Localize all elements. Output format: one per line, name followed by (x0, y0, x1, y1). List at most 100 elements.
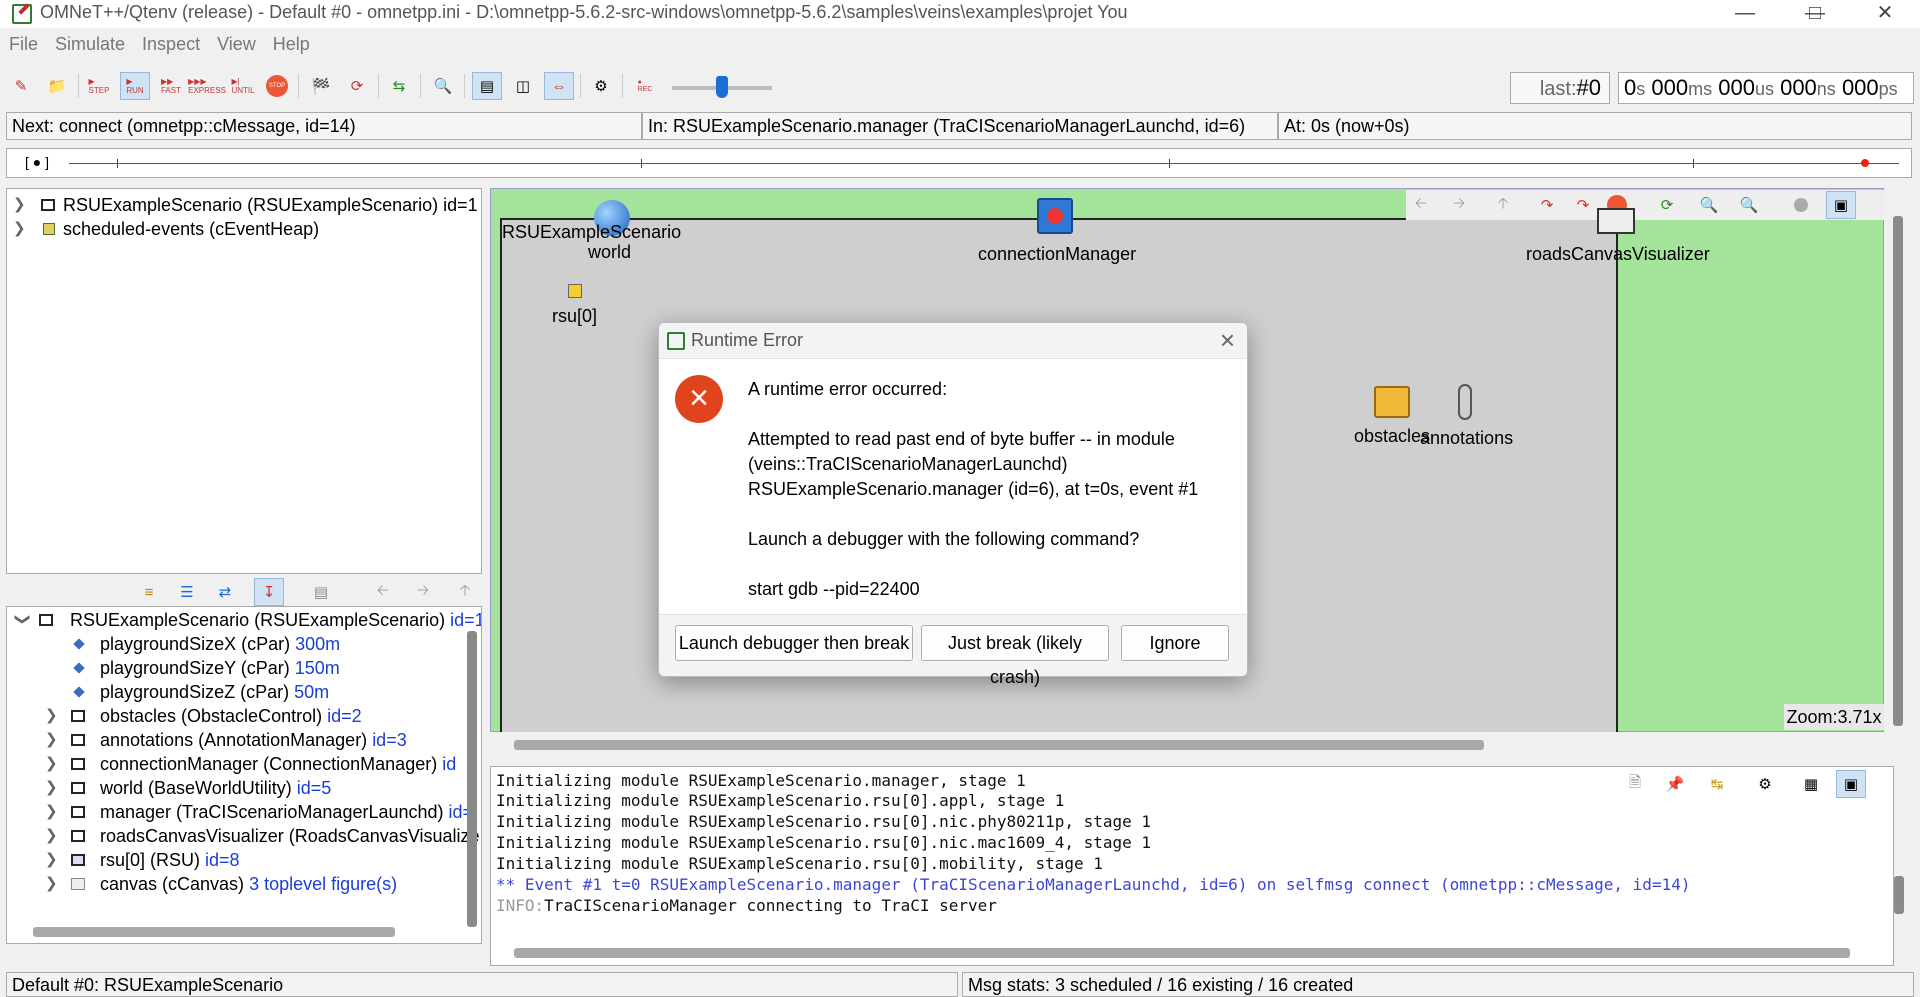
obstacles-icon[interactable] (1374, 386, 1410, 418)
launch-debugger-button[interactable]: Launch debugger then break (675, 625, 913, 661)
canvas-horizontal-scrollbar[interactable] (514, 740, 1484, 750)
annotations-icon[interactable] (1458, 384, 1472, 420)
step-button[interactable]: ▶ STEP (84, 72, 114, 100)
chevron-right-icon[interactable]: ❯ (45, 871, 59, 897)
canvas-options-button[interactable]: ▣ (1826, 191, 1856, 219)
log-horizontal-scrollbar[interactable] (514, 948, 1850, 958)
mode-children-button[interactable]: ≡ (134, 578, 164, 606)
filter-log-button[interactable]: ↹ (1702, 770, 1732, 798)
record-video-button[interactable]: ● REC (630, 72, 660, 100)
find-button[interactable]: 🔍 (428, 72, 458, 100)
roads-visualizer-icon[interactable] (1597, 208, 1635, 234)
timeline[interactable]: [ ● ] (6, 148, 1912, 178)
maximize-button[interactable]: □ (1790, 0, 1840, 28)
canvas-forward-button[interactable]: 🡢 (1444, 191, 1474, 219)
messages-mode-button[interactable]: ▦ (1796, 770, 1826, 798)
stop-button[interactable]: STOP (262, 72, 292, 100)
item-value: 300m (295, 634, 341, 654)
close-icon[interactable]: × (1220, 325, 1235, 356)
log-info-text: TraCIScenarioManager connecting to TraCI… (544, 896, 997, 915)
canvas-relayout-button[interactable]: ⟳ (1652, 191, 1682, 219)
canvas-run-until-button[interactable]: ↷ (1532, 191, 1562, 219)
parameter-icon (73, 686, 85, 698)
canvas-back-button[interactable]: 🡠 (1406, 191, 1436, 219)
menu-inspect[interactable]: Inspect (142, 34, 200, 55)
chevron-right-icon[interactable]: ❯ (13, 216, 27, 242)
layout-vertical-icon: ◫ (515, 78, 531, 95)
layout-horizontal-button[interactable]: ▤ (472, 72, 502, 100)
menu-help[interactable]: Help (273, 34, 310, 55)
chevron-right-icon[interactable]: ❯ (45, 751, 59, 777)
until-button[interactable]: ▶| UNTIL (228, 72, 258, 100)
module-icon (41, 199, 55, 211)
mode-inheritance-button[interactable]: ↧ (254, 578, 284, 606)
title-bar: OMNeT++/Qtenv (release) - Default #0 - o… (0, 0, 1920, 28)
back-button[interactable]: 🡠 (368, 578, 398, 606)
connection-manager-icon[interactable] (1037, 198, 1073, 234)
copy-log-button[interactable]: 🗎 (1620, 770, 1650, 798)
express-icon: ▶▶▶ EXPRESS (188, 77, 226, 95)
inheritance-mode-icon: ↧ (262, 584, 276, 601)
chevron-right-icon[interactable]: ❯ (13, 192, 27, 218)
fast-button[interactable]: ▶▶ FAST (156, 72, 186, 100)
express-button[interactable]: ▶▶▶ EXPRESS (188, 72, 226, 100)
timeline-marker: [ ● ] (25, 154, 50, 170)
arrow-up-icon: 🡡 (1497, 194, 1509, 212)
layout-vertical-button[interactable]: ◫ (508, 72, 538, 100)
chevron-right-icon[interactable]: ❯ (45, 823, 59, 849)
chevron-down-icon[interactable]: ❯ (9, 613, 35, 627)
canvas-up-button[interactable]: 🡡 (1488, 191, 1518, 219)
menu-bar: File Simulate Inspect View Help (0, 34, 318, 62)
module-icon (71, 830, 85, 842)
zoom-in-button[interactable]: 🔍 (1694, 191, 1724, 219)
log-vertical-scrollbar[interactable] (1894, 876, 1904, 914)
toggle-labels-button[interactable] (1786, 191, 1816, 219)
event-recording-button[interactable]: ⇆ (384, 72, 414, 100)
list-icon: ▤ (313, 584, 329, 601)
minimize-button[interactable]: — (1720, 0, 1770, 28)
log-mode-button[interactable]: ▣ (1836, 770, 1866, 798)
speed-slider-handle[interactable] (716, 76, 728, 98)
menu-simulate[interactable]: Simulate (55, 34, 125, 55)
rebuild-button[interactable]: ⟳ (342, 72, 372, 100)
item-label: playgroundSizeZ (cPar) (100, 682, 295, 702)
new-network-button[interactable]: ✎ (6, 72, 36, 100)
log-settings-button[interactable]: ⚙ (1750, 770, 1780, 798)
chevron-right-icon[interactable]: ❯ (45, 847, 59, 873)
timeline-toggle-button[interactable]: ⇔ (544, 72, 574, 100)
mode-flat-button[interactable]: ⇄ (210, 578, 240, 606)
parameter-icon (73, 638, 85, 650)
chevron-right-icon[interactable]: ❯ (45, 727, 59, 753)
chevron-right-icon[interactable]: ❯ (45, 703, 59, 729)
rsu-node-icon[interactable] (568, 284, 582, 298)
timeline-event-dot[interactable] (1861, 159, 1869, 167)
finish-button[interactable]: 🏁 (306, 72, 336, 100)
chevron-right-icon[interactable]: ❯ (45, 775, 59, 801)
node-label-obstacles: obstacles (1354, 426, 1431, 446)
chevron-right-icon[interactable]: ❯ (45, 799, 59, 825)
run-button[interactable]: ▶ RUN (120, 72, 150, 100)
just-break-button[interactable]: Just break (likely crash) (921, 625, 1109, 687)
item-id: id (442, 754, 457, 774)
zoom-out-icon: 🔍 (1739, 197, 1759, 214)
canvas-fast-until-button[interactable]: ↷ (1568, 191, 1598, 219)
close-button[interactable]: ✕ (1860, 0, 1910, 28)
current-module-info: In: RSUExampleScenario.manager (TraCISce… (642, 112, 1278, 140)
zoom-out-button[interactable]: 🔍 (1734, 191, 1764, 219)
next-event-info: Next: connect (omnetpp::cMessage, id=14) (6, 112, 642, 140)
item-value: 50m (294, 682, 330, 702)
menu-view[interactable]: View (217, 34, 256, 55)
ignore-button[interactable]: Ignore (1121, 625, 1229, 661)
dialog-title: Runtime Error (691, 330, 804, 350)
mode-grouped-button[interactable]: ☰ (172, 578, 202, 606)
flatten-button[interactable]: ▤ (306, 578, 336, 606)
canvas-vertical-scrollbar[interactable] (1893, 216, 1903, 726)
find-log-button[interactable]: 📌 (1660, 770, 1690, 798)
preferences-button[interactable]: ⚙ (586, 72, 616, 100)
inspector-vertical-scrollbar[interactable] (467, 631, 477, 927)
forward-button[interactable]: 🡢 (408, 578, 438, 606)
inspector-horizontal-scrollbar[interactable] (33, 927, 395, 937)
load-ned-button[interactable]: 📁 (42, 72, 72, 100)
menu-file[interactable]: File (9, 34, 38, 55)
up-button[interactable]: 🡡 (450, 578, 480, 606)
